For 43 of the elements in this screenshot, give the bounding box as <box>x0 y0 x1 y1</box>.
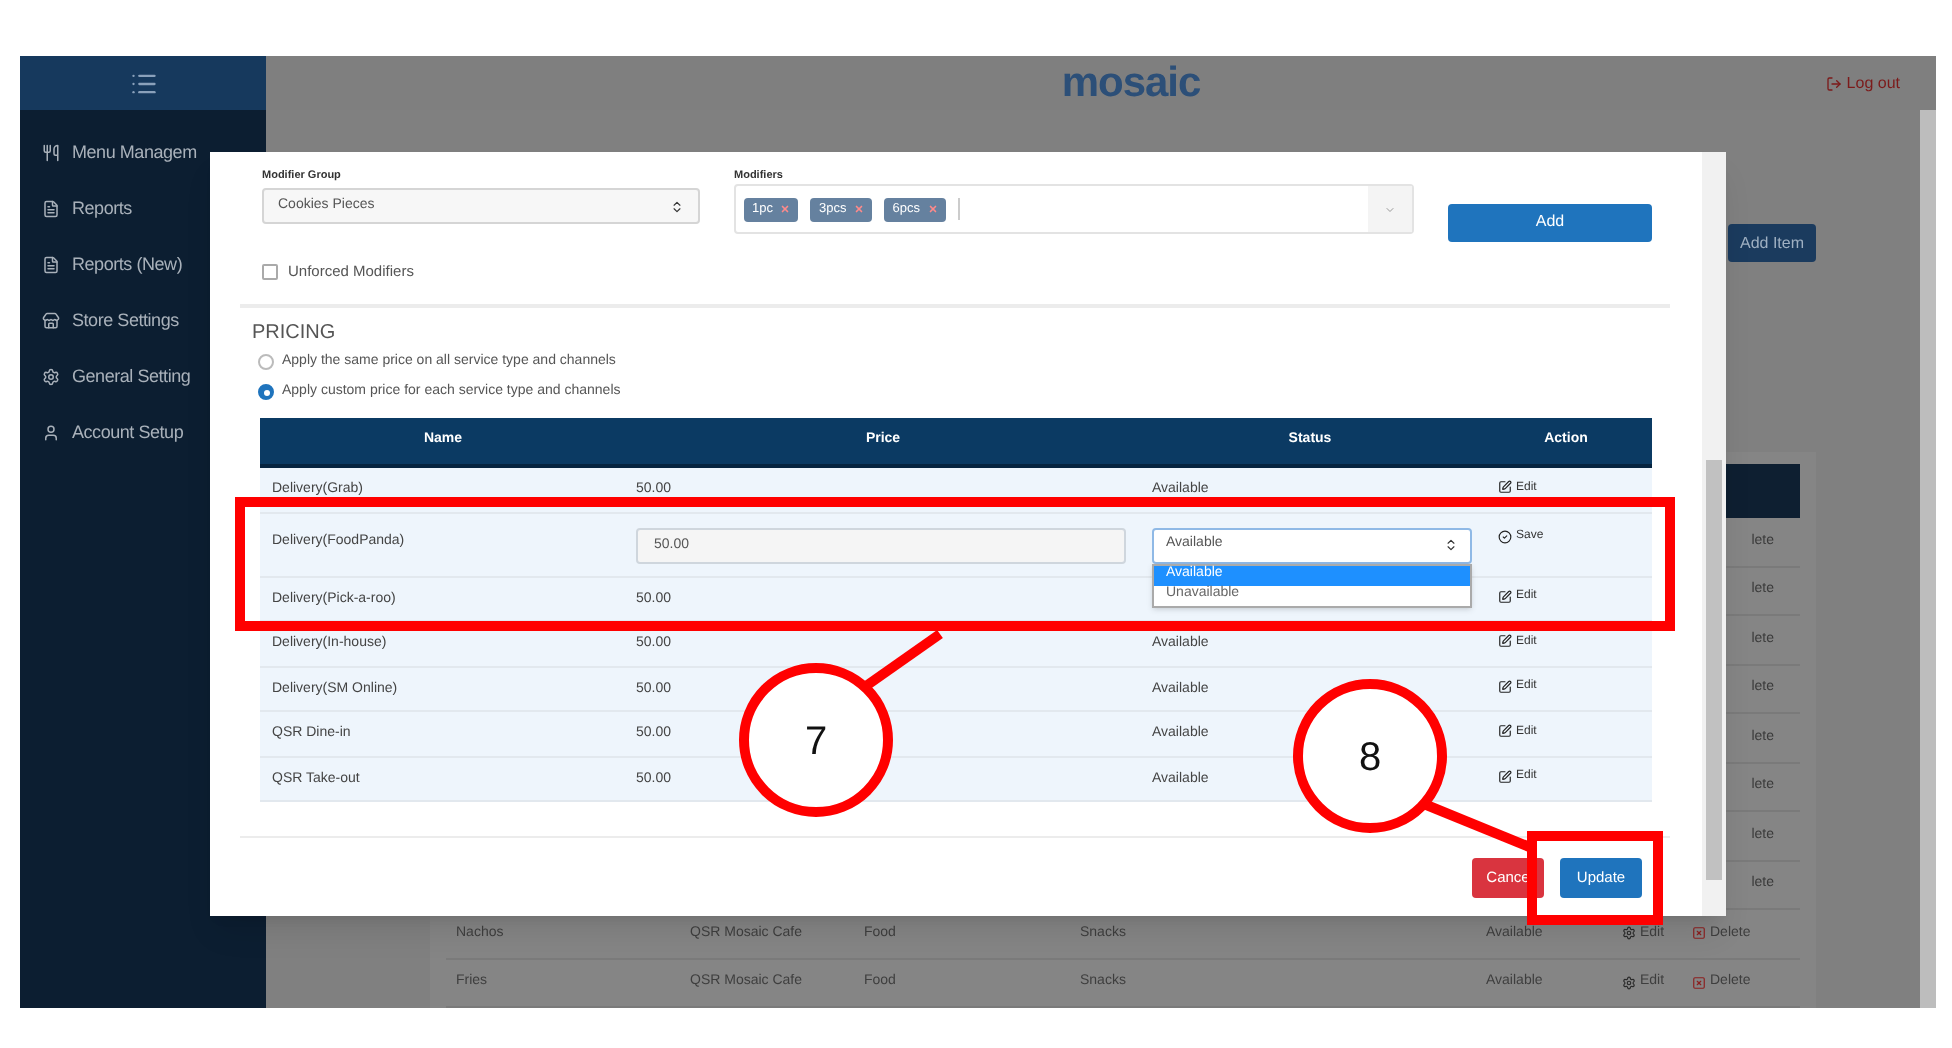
remove-icon[interactable] <box>927 204 938 214</box>
sidebar-item[interactable]: Reports (New) <box>42 250 266 280</box>
document-icon <box>42 256 60 274</box>
delete-icon <box>1692 975 1706 990</box>
edit-icon <box>1498 634 1512 649</box>
sidebar-item[interactable]: Reports <box>42 194 266 224</box>
callout-number: 7 <box>804 720 828 764</box>
gear-icon <box>42 368 60 386</box>
document-icon <box>42 200 60 218</box>
edit-icon <box>1498 724 1512 739</box>
scrollbar-thumb[interactable] <box>1706 460 1722 880</box>
modal-scrollbar[interactable] <box>1702 152 1726 916</box>
radio-button[interactable] <box>258 354 274 370</box>
edit-icon <box>1498 769 1512 784</box>
menu-icon[interactable] <box>129 69 157 97</box>
select-arrows-icon <box>1444 538 1458 552</box>
section-title: PRICING <box>252 320 338 344</box>
sidebar-item[interactable]: General Setting <box>42 362 266 392</box>
sidebar-item[interactable]: Menu Managem <box>42 138 266 168</box>
edit-icon <box>1498 589 1512 604</box>
chevron-down-icon <box>1384 203 1396 215</box>
gear-icon <box>1622 926 1636 941</box>
select-arrows-icon <box>670 199 684 213</box>
add-button[interactable]: Add <box>1448 203 1652 241</box>
delete-icon <box>1692 926 1706 941</box>
utensils-icon <box>42 144 60 162</box>
checkbox[interactable] <box>262 264 278 280</box>
remove-icon[interactable] <box>780 204 791 214</box>
check-icon <box>1498 529 1512 543</box>
edit-icon <box>1498 480 1512 495</box>
highlight-frame <box>1527 831 1663 925</box>
radio-button[interactable] <box>258 384 274 400</box>
callout-number: 8 <box>1358 736 1382 780</box>
gear-icon <box>1622 975 1636 990</box>
page-scrollbar[interactable] <box>1920 110 1936 1008</box>
store-icon <box>42 312 60 330</box>
add-item-button[interactable]: Add Item <box>1727 224 1816 262</box>
leader-line <box>863 629 943 691</box>
user-icon <box>42 424 60 442</box>
remove-icon[interactable] <box>854 204 865 214</box>
logout-icon <box>1826 75 1843 91</box>
sidebar-item[interactable]: Account Setup <box>42 418 266 448</box>
edit-icon <box>1498 679 1512 694</box>
